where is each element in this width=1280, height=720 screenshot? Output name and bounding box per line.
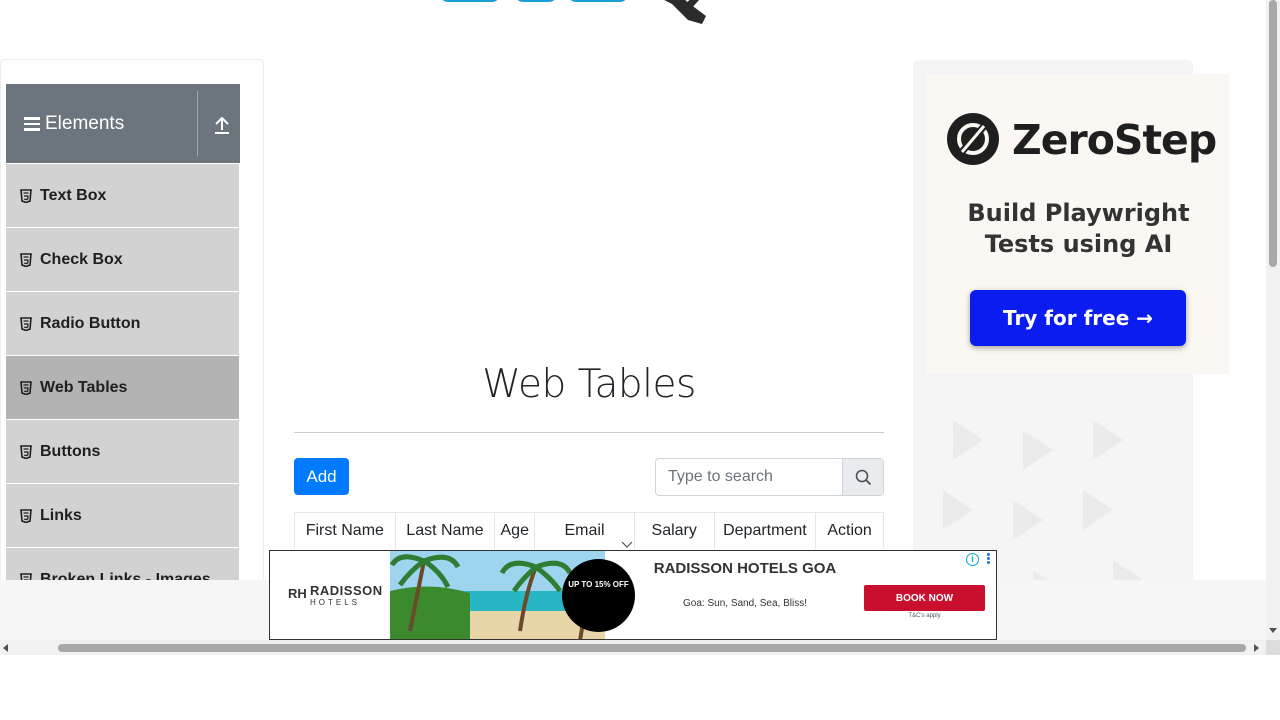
column-header-age[interactable]: Age: [495, 513, 536, 549]
ad-info-icon[interactable]: i: [966, 553, 979, 566]
terms-note: T&C's apply: [908, 613, 941, 619]
sidebar-item-label: Radio Button: [40, 315, 141, 332]
page-viewport: Elements Text Box Check Box Radio Button…: [0, 0, 1266, 640]
search-group: [655, 458, 884, 496]
sidebar-item-links[interactable]: Links: [6, 484, 240, 548]
zerostep-brand: ZeroStep: [1012, 116, 1217, 164]
search-icon: [855, 469, 872, 486]
sidebar-item-web-tables[interactable]: Web Tables: [6, 356, 240, 420]
vertical-scroll-thumb[interactable]: [1269, 0, 1277, 267]
vertical-scrollbar[interactable]: [1266, 0, 1280, 640]
scroll-right-arrow-icon[interactable]: [1254, 644, 1259, 652]
column-header-first-name[interactable]: First Name: [295, 513, 396, 549]
discount-badge: UP TO 15% OFF: [562, 559, 635, 632]
column-header-label: Action: [827, 522, 872, 539]
ad-options-icon[interactable]: [984, 552, 992, 566]
radisson-ad[interactable]: RH RADISSON HOTELS UP TO 15% OFF RADISSO…: [269, 550, 997, 640]
column-header-label: Email: [564, 522, 605, 539]
sidebar-item-label: Links: [40, 507, 82, 524]
scroll-down-arrow-icon[interactable]: [1269, 628, 1277, 633]
column-header-department[interactable]: Department: [715, 513, 817, 549]
sidebar-item-label: Check Box: [40, 251, 123, 268]
sidebar-item-radio-button[interactable]: Radio Button: [6, 292, 240, 356]
radisson-subline: Goa: Sun, Sand, Sea, Bliss!: [683, 598, 807, 609]
page-title: Web Tables: [482, 362, 696, 407]
scrollbar-corner: [1266, 640, 1280, 655]
sidebar-item-label: Buttons: [40, 443, 101, 460]
sidebar-item-label: Text Box: [40, 187, 107, 204]
html5-icon: [20, 509, 32, 523]
horizontal-scroll-thumb[interactable]: [58, 644, 1246, 652]
add-button[interactable]: Add: [294, 458, 349, 495]
group-title: Elements: [45, 113, 125, 134]
html5-icon: [20, 445, 32, 459]
column-header-action[interactable]: Action: [816, 513, 883, 549]
hamburger-icon: [24, 117, 40, 131]
column-header-email[interactable]: Email: [535, 513, 635, 549]
table-header-row: First Name Last Name Age Email Salary De…: [294, 512, 884, 549]
zerostep-ad[interactable]: ZeroStep Build Playwright Tests using AI…: [926, 74, 1229, 374]
search-input[interactable]: [656, 459, 844, 495]
column-header-label: Department: [723, 522, 807, 539]
column-header-label: First Name: [305, 522, 384, 539]
collapse-up-icon[interactable]: [212, 114, 232, 136]
column-header-last-name[interactable]: Last Name: [396, 513, 496, 549]
scroll-left-arrow-icon[interactable]: [3, 644, 8, 652]
sidebar-item-label: Web Tables: [40, 379, 128, 396]
html5-icon: [20, 253, 32, 267]
book-now-button[interactable]: BOOK NOW: [864, 585, 985, 611]
radisson-logo: RH RADISSON HOTELS: [288, 583, 383, 609]
search-button[interactable]: [842, 459, 883, 495]
radisson-brand-top: RADISSON: [310, 583, 383, 598]
zerostep-logo-icon: [947, 113, 999, 165]
column-header-label: Last Name: [406, 522, 484, 539]
title-divider: [294, 432, 884, 433]
radisson-monogram-icon: RH: [288, 586, 307, 601]
radisson-brand-bottom: HOTELS: [310, 598, 361, 607]
header-divider: [197, 91, 198, 156]
column-header-label: Age: [500, 522, 529, 539]
sidebar-item-check-box[interactable]: Check Box: [6, 228, 240, 292]
sidebar-item-text-box[interactable]: Text Box: [6, 164, 240, 228]
html5-icon: [20, 189, 32, 203]
horizontal-scrollbar[interactable]: [0, 640, 1266, 655]
zerostep-tagline: Build Playwright Tests using AI: [967, 199, 1190, 258]
html5-icon: [20, 381, 32, 395]
elements-group-header[interactable]: Elements: [6, 84, 240, 163]
radisson-headline: RADISSON HOTELS GOA: [653, 560, 837, 577]
sidebar-item-buttons[interactable]: Buttons: [6, 420, 240, 484]
try-for-free-button[interactable]: Try for free →: [970, 290, 1186, 346]
html5-icon: [20, 317, 32, 331]
column-header-label: Salary: [651, 522, 697, 539]
site-logo[interactable]: [440, 0, 760, 28]
sidebar-menu: Text Box Check Box Radio Button Web Tabl…: [6, 164, 240, 612]
column-header-salary[interactable]: Salary: [635, 513, 715, 549]
sort-caret-icon: [621, 541, 633, 548]
